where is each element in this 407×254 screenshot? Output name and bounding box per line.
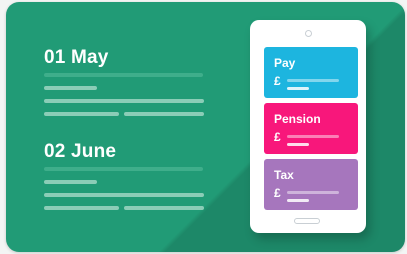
entry-divider-line [44, 73, 203, 77]
text-placeholder-line [44, 193, 204, 197]
text-placeholder-line [44, 180, 97, 184]
pound-symbol: £ [274, 74, 281, 88]
camera-icon [305, 30, 312, 37]
amount-placeholder-bar [287, 191, 339, 194]
tile-label: Pension [274, 112, 321, 126]
pound-symbol: £ [274, 186, 281, 200]
entry-date-june: 02 June [44, 141, 117, 162]
pound-symbol: £ [274, 130, 281, 144]
amount-placeholder-bar [287, 143, 309, 146]
amount-placeholder-bar [287, 135, 339, 138]
tile-tax: Tax £ [264, 159, 358, 210]
home-button-icon [294, 218, 320, 224]
illustration-card: 01 May 02 June Pay £ Pension £ Tax £ [6, 2, 405, 252]
entry-date-may: 01 May [44, 47, 109, 68]
text-placeholder-line [44, 86, 97, 90]
tile-pay: Pay £ [264, 47, 358, 98]
text-placeholder-line [124, 206, 204, 210]
amount-placeholder-bar [287, 79, 339, 82]
tile-label: Pay [274, 56, 296, 70]
text-placeholder-line [44, 99, 204, 103]
text-placeholder-line [124, 112, 204, 116]
tile-pension: Pension £ [264, 103, 358, 154]
amount-placeholder-bar [287, 199, 309, 202]
amount-placeholder-bar [287, 87, 309, 90]
entry-divider-line [44, 167, 203, 171]
tile-label: Tax [274, 168, 294, 182]
text-placeholder-line [44, 112, 119, 116]
text-placeholder-line [44, 206, 119, 210]
phone-mockup: Pay £ Pension £ Tax £ [250, 20, 366, 233]
